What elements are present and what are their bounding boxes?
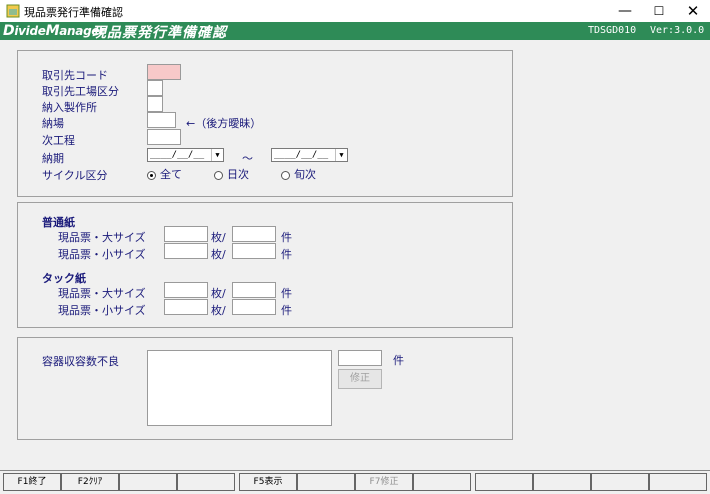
due-date-from-picker[interactable]: ____/__/__ ▼: [147, 148, 224, 162]
delivery-plant-input[interactable]: [147, 96, 163, 112]
close-button[interactable]: ✕: [676, 0, 710, 22]
due-date-to-value: ____/__/__: [274, 150, 329, 160]
supplier-code-input[interactable]: [147, 64, 181, 80]
items-unit: 件: [281, 304, 292, 317]
f3-button[interactable]: [119, 473, 177, 491]
cycle-radio-daily[interactable]: 日次: [214, 166, 249, 182]
items-unit: 件: [281, 248, 292, 261]
f9-button[interactable]: [475, 473, 533, 491]
sheets-unit: 枚/: [211, 304, 226, 317]
f7-fix-button[interactable]: F7修正: [355, 473, 413, 491]
radio-icon: [281, 170, 290, 180]
app-icon: [6, 4, 20, 18]
minimize-button[interactable]: —: [608, 0, 642, 22]
next-process-label: 次工程: [42, 134, 75, 147]
container-error-count-field: [338, 350, 382, 366]
dividemanager-logo: DivideManager: [3, 23, 105, 39]
container-error-label: 容器収容数不良: [42, 355, 119, 368]
sheets-unit: 枚/: [211, 287, 226, 300]
cycle-label: サイクル区分: [42, 169, 108, 182]
f4-button[interactable]: [177, 473, 235, 491]
criteria-panel: 取引先コード 取引先工場区分 納入製作所 納場 ←（後方曖昧） 次工程 納期 _…: [17, 50, 513, 197]
due-date-to-picker[interactable]: ____/__/__ ▼: [271, 148, 348, 162]
due-date-from-value: ____/__/__: [150, 150, 205, 160]
radio-icon: [214, 170, 223, 180]
delivery-place-input[interactable]: [147, 112, 176, 128]
supplier-code-label: 取引先コード: [42, 69, 108, 82]
plain-small-label: 現品票・小サイズ: [58, 248, 146, 261]
f2-clear-button[interactable]: F2ｸﾘｱ: [61, 473, 119, 491]
plain-large-items-field: [232, 226, 276, 242]
date-range-separator: ～: [242, 152, 253, 165]
f11-button[interactable]: [591, 473, 649, 491]
sheets-unit: 枚/: [211, 248, 226, 261]
supplier-factory-input[interactable]: [147, 80, 163, 96]
plain-large-label: 現品票・大サイズ: [58, 231, 146, 244]
tack-large-label: 現品票・大サイズ: [58, 287, 146, 300]
f1-exit-button[interactable]: F1終了: [3, 473, 61, 491]
maximize-button[interactable]: ☐: [642, 0, 676, 22]
tack-large-items-field: [232, 282, 276, 298]
plain-small-items-field: [232, 243, 276, 259]
function-key-bar: F1終了 F2ｸﾘｱ F5表示 F7修正: [0, 470, 710, 494]
items-unit: 件: [281, 231, 292, 244]
screen-title: 現品票発行準備確認: [92, 25, 227, 41]
plain-paper-heading: 普通紙: [42, 216, 75, 229]
cycle-radio-all[interactable]: 全て: [147, 166, 182, 182]
f6-button[interactable]: [297, 473, 355, 491]
container-error-panel: 容器収容数不良 件 修正: [17, 337, 513, 440]
window-title-bar: 現品票発行準備確認 — ☐ ✕: [0, 0, 710, 23]
f8-button[interactable]: [413, 473, 471, 491]
delivery-place-note: ←（後方曖昧）: [186, 117, 262, 130]
supplier-factory-label: 取引先工場区分: [42, 85, 119, 98]
plain-large-sheets-field: [164, 226, 208, 242]
f10-button[interactable]: [533, 473, 591, 491]
container-error-list[interactable]: [147, 350, 332, 426]
f5-display-button[interactable]: F5表示: [239, 473, 297, 491]
plain-small-sheets-field: [164, 243, 208, 259]
delivery-place-label: 納場: [42, 117, 64, 130]
tack-large-sheets-field: [164, 282, 208, 298]
sheets-unit: 枚/: [211, 231, 226, 244]
tack-small-items-field: [232, 299, 276, 315]
chevron-down-icon[interactable]: ▼: [211, 149, 223, 161]
chevron-down-icon[interactable]: ▼: [335, 149, 347, 161]
window-title: 現品票発行準備確認: [24, 6, 123, 19]
f12-button[interactable]: [649, 473, 707, 491]
next-process-input[interactable]: [147, 129, 181, 145]
tack-paper-heading: タック紙: [42, 272, 86, 285]
due-date-label: 納期: [42, 152, 64, 165]
tack-small-sheets-field: [164, 299, 208, 315]
fix-button[interactable]: 修正: [338, 369, 382, 389]
version-label: Ver:3.0.0: [650, 25, 705, 36]
app-header: DivideManager 現品票発行準備確認 TDSGD010 Ver:3.0…: [0, 22, 710, 41]
radio-selected-icon: [147, 170, 156, 180]
tack-small-label: 現品票・小サイズ: [58, 304, 146, 317]
paper-count-panel: 普通紙 現品票・大サイズ 枚/ 件 現品票・小サイズ 枚/ 件 タック紙 現品票…: [17, 202, 513, 328]
cycle-radio-ten-day[interactable]: 旬次: [281, 166, 316, 182]
delivery-plant-label: 納入製作所: [42, 101, 97, 114]
screen-id: TDSGD010: [588, 25, 637, 36]
items-unit: 件: [393, 354, 404, 367]
items-unit: 件: [281, 287, 292, 300]
